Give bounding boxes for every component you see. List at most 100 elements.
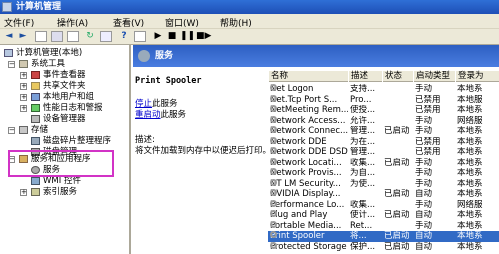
menu-view[interactable]: 查看(V) — [113, 16, 144, 29]
restart-suffix: 此服务 — [160, 110, 187, 120]
table-row[interactable]: Print Spooler 将... 已启动 自动 本地系 — [268, 231, 499, 242]
cell-text: Protected Storage — [270, 241, 347, 252]
back-icon[interactable]: ◄ — [3, 31, 15, 42]
cell-logon: 本地系 — [457, 221, 499, 232]
cell-text: 为在... — [350, 136, 376, 147]
cell-text: 自动 — [415, 210, 433, 220]
table-row[interactable]: Network DDE 为在... 已禁用 本地系 — [268, 136, 499, 148]
cell-desc: 为自... — [350, 168, 382, 179]
table-row[interactable]: Plug and Play 使计... 已启动 自动 本地系 — [268, 210, 499, 221]
pause-service-icon[interactable]: ❚❚ — [180, 31, 195, 42]
cell-text: 本地系 — [457, 241, 483, 252]
table-row[interactable]: Protected Storage 保护... 已启动 自动 本地系 — [268, 241, 499, 253]
restart-service-icon[interactable]: ■▶ — [196, 31, 211, 42]
export-list-icon[interactable] — [100, 31, 112, 42]
menu-file[interactable]: 文件(F) — [4, 16, 34, 29]
forward-icon[interactable]: ► — [17, 31, 29, 42]
wmi-icon — [31, 177, 40, 185]
service-gear-icon — [270, 231, 277, 238]
cell-text: 本地系 — [457, 126, 483, 136]
cell-text: 已启动 — [384, 126, 410, 136]
restart-line: 重启动此服务 — [135, 108, 186, 120]
menu-action[interactable]: 操作(A) — [57, 16, 88, 29]
cell-text: 手动 — [415, 157, 433, 168]
cell-startup: 手动 — [415, 200, 455, 211]
cell-desc: 支持... — [350, 84, 382, 95]
column-logon-as[interactable]: 登录为 — [455, 71, 499, 82]
cell-startup: 已禁用 — [415, 105, 455, 116]
cell-logon: 网络服 — [457, 200, 499, 211]
expand-icon[interactable]: + — [20, 189, 27, 196]
cell-text: 手动 — [415, 84, 433, 94]
cell-desc: 保护... — [350, 242, 382, 253]
cell-text: 网络服 — [457, 199, 483, 210]
selected-service-name: Print Spooler — [135, 76, 202, 86]
indexing-icon — [31, 188, 40, 196]
table-row[interactable]: Network Connec... 管理... 已启动 手动 本地系 — [268, 126, 499, 137]
service-gear-icon — [270, 168, 277, 175]
cell-name: Net.Tcp Port S... — [270, 94, 348, 106]
cell-name: NVIDIA Display... — [270, 189, 348, 200]
cell-startup: 手动 — [415, 116, 455, 127]
cell-name: Net Logon — [270, 84, 348, 95]
up-folder-icon[interactable] — [35, 31, 47, 42]
table-row[interactable]: Net.Tcp Port S... Pro... 已禁用 本地服 — [268, 94, 499, 106]
refresh-icon[interactable]: ↻ — [84, 31, 96, 42]
table-row[interactable]: NetMeeting Rem... 使授... 已禁用 本地系 — [268, 105, 499, 116]
stop-service-icon[interactable]: ■ — [166, 31, 178, 42]
collapse-icon[interactable]: − — [8, 127, 15, 134]
column-description[interactable]: 描述 — [348, 71, 382, 82]
table-row[interactable]: Performance Lo... 收集... 手动 网络服 — [268, 199, 499, 211]
cell-text: Network Access... — [270, 115, 346, 126]
expand-icon[interactable]: + — [20, 105, 27, 112]
services-header-label: 服务 — [155, 51, 174, 61]
restart-service-link[interactable]: 重启动 — [135, 110, 161, 120]
service-gear-icon — [270, 147, 277, 154]
cell-logon: 本地服 — [457, 95, 499, 106]
cell-logon: 本地系 — [457, 231, 499, 242]
properties-icon[interactable] — [67, 31, 79, 42]
cell-text: Net.Tcp Port S... — [270, 94, 338, 105]
tree-device-manager-label: 设备管理器 — [43, 114, 86, 124]
cell-name: NT LM Security... — [270, 178, 348, 190]
cell-name: Performance Lo... — [270, 199, 348, 211]
cell-desc: 管理... — [350, 147, 382, 158]
cell-text: Print Spooler — [270, 231, 325, 241]
cell-text: 本地系 — [457, 220, 483, 231]
cell-name: NetMeeting Rem... — [270, 105, 348, 116]
help-icon[interactable]: ? — [118, 31, 130, 42]
cell-text: Pro... — [350, 94, 372, 105]
cell-name: Network DDE — [270, 136, 348, 148]
table-row[interactable]: Net Logon 支持... 手动 本地系 — [268, 84, 499, 95]
expand-icon[interactable]: + — [20, 83, 27, 90]
table-row[interactable]: Portable Media... Ret... 手动 本地系 — [268, 220, 499, 232]
cell-text: 已启动 — [384, 157, 410, 168]
expand-icon[interactable]: + — [20, 94, 27, 101]
service-description-panel: Print Spooler 停止此服务 重启动此服务 描述: 将文件加载到内存中… — [133, 67, 271, 254]
cell-desc: 收集... — [350, 158, 382, 169]
expand-icon[interactable]: + — [20, 72, 27, 79]
details-view-icon[interactable] — [134, 31, 146, 42]
table-row[interactable]: Network Access... 允许... 手动 网络服 — [268, 115, 499, 127]
table-row[interactable]: NVIDIA Display... 已启动 自动 本地系 — [268, 189, 499, 200]
start-service-icon[interactable]: ▶ — [152, 31, 164, 42]
cell-text: 本地系 — [457, 178, 483, 189]
menu-help[interactable]: 帮助(H) — [220, 16, 252, 29]
cell-text: 收集... — [350, 199, 376, 210]
table-row[interactable]: Network Provis... 为自... 手动 本地系 — [268, 168, 499, 179]
table-row[interactable]: Network Locati... 收集... 已启动 手动 本地系 — [268, 157, 499, 169]
column-name[interactable]: 名称 — [268, 71, 348, 82]
cell-desc: Ret... — [350, 221, 382, 232]
highlight-box — [8, 150, 114, 177]
menu-window[interactable]: 窗口(W) — [165, 16, 199, 29]
cell-text: 手动 — [415, 220, 433, 231]
service-gear-icon — [270, 241, 277, 249]
column-status[interactable]: 状态 — [382, 71, 413, 82]
show-tree-icon[interactable] — [51, 31, 63, 42]
cell-logon: 本地系 — [457, 189, 499, 200]
table-row[interactable]: Network DDE DSDM 管理... 已禁用 本地系 — [268, 147, 499, 158]
collapse-icon[interactable]: − — [8, 61, 15, 68]
table-row[interactable]: NT LM Security... 为使... 手动 本地系 — [268, 178, 499, 190]
column-startup-type[interactable]: 启动类型 — [413, 71, 455, 82]
service-gear-icon — [270, 94, 277, 102]
